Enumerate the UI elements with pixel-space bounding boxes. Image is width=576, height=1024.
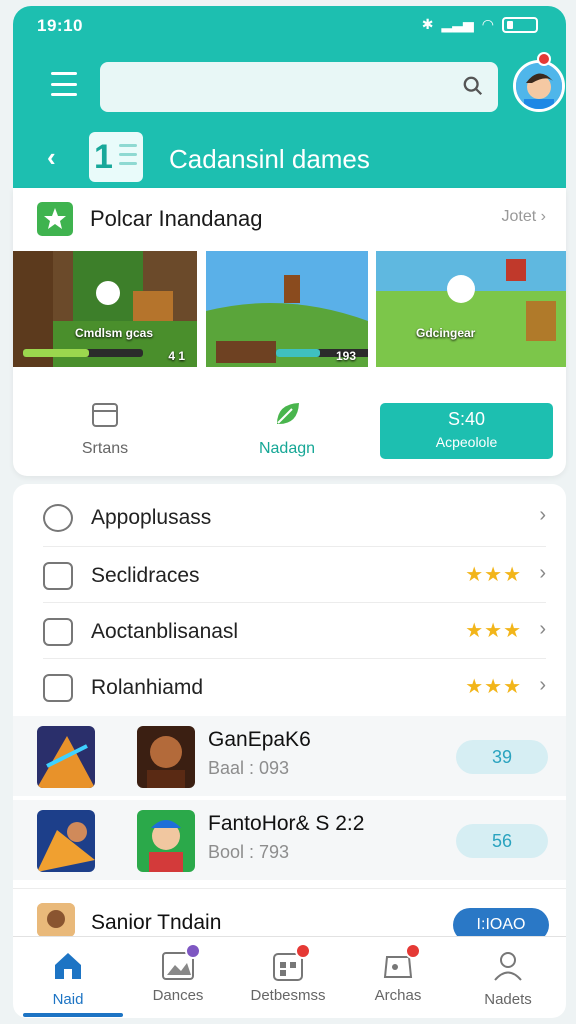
signal-icon: ▂▃▅ [441,16,474,32]
avatar[interactable] [513,60,565,112]
app-logo: 1 [89,132,143,182]
price-button[interactable]: 39 [456,740,548,774]
game-title: FantoHor& S 2:2 [208,812,365,835]
primary-action-button[interactable]: S:40 Acpeolole [380,403,553,459]
chat-icon [43,504,73,532]
game-title: Sanior Tndain [91,911,222,934]
person-icon [494,952,522,981]
wifi-icon: ◠ [481,16,494,32]
game-thumbnail [137,810,195,872]
image-icon [161,943,201,983]
tab-nadagn[interactable]: Nadagn [227,393,347,458]
screenshot-3[interactable]: Gdcingear [376,251,566,367]
nav-home[interactable]: Naid [13,937,123,1019]
leaf-icon [277,403,299,425]
rating-stars: ★★★ [465,564,522,586]
chevron-right-icon: › [539,562,546,584]
game-subtitle: Baal : 093 [208,758,290,778]
battery-icon [502,16,538,33]
search-input[interactable] [100,62,498,112]
page-title: Cadansinl dames [169,144,370,174]
bluetooth-icon: ✱ [421,16,434,32]
search-icon [463,76,483,96]
status-icons: ✱ ▂▃▅ ◠ [422,16,538,33]
notification-badge [537,52,551,66]
game-row[interactable]: GanEpaK6 Baal : 093 39 [13,716,566,796]
progress-bar [23,349,143,357]
tab-srtans[interactable]: Srtans [45,393,165,458]
chevron-right-icon: › [539,674,546,696]
notification-badge [185,943,201,959]
see-all-link[interactable]: Jotet › [502,208,546,226]
game-thumbnail [37,726,95,788]
content-list: Appoplusass › Seclidraces ★★★ › Aoctanbl… [13,484,566,942]
game-subtitle: Bool : 793 [208,842,290,862]
quick-tabs: Srtans Nadagn S:40 Acpeolole [13,393,566,463]
list-item[interactable]: Appoplusass › [13,488,566,544]
nav-archas[interactable]: Archas [343,937,453,1019]
list-item[interactable]: Seclidraces ★★★ › [13,546,566,602]
game-title: GanEpaK6 [208,728,311,751]
nav-dances[interactable]: Dances [123,937,233,1019]
badge-icon [43,674,73,702]
chevron-right-icon: › [539,618,546,640]
app-header: 19:10 ✱ ▂▃▅ ◠ ‹ 1 Cadansinl dames [13,6,566,188]
avatar-face-icon [516,63,562,109]
price-button[interactable]: 56 [456,824,548,858]
screenshot-carousel[interactable]: Cmdlsm gcas 4 1 193 Gdcingear [13,251,566,367]
status-time: 19:10 [37,16,83,35]
game-row[interactable]: FantoHor& S 2:2 Bool : 793 56 [13,800,566,880]
list-item[interactable]: Rolanhiamd ★★★ › [13,658,566,714]
screenshot-1[interactable]: Cmdlsm gcas 4 1 [13,251,197,367]
list-item[interactable]: Aoctanblisanasl ★★★ › [13,602,566,658]
bottom-navigation: Naid Dances Detbesmss Archas Nadets [13,936,566,1018]
section-title: Polcar Inandanag [90,206,263,231]
coin-icon [43,618,73,646]
rating-stars: ★★★ [465,620,522,642]
game-thumbnail [37,903,75,937]
folder-icon [43,562,73,590]
rating-stars: ★★★ [465,676,522,698]
active-indicator [23,1013,123,1017]
game-thumbnail [137,726,195,788]
star-badge-icon [37,202,73,236]
menu-button[interactable] [51,72,77,96]
game-row[interactable]: Sanior Tndain I:IOAO [13,888,566,942]
game-icon [381,943,421,983]
featured-card: Polcar Inandanag Jotet › Cmdlsm gcas 4 1 [13,188,566,476]
game-thumbnail [37,810,95,872]
chevron-right-icon: › [539,504,546,526]
chevron-right-icon: › [540,208,546,225]
notification-badge [405,943,421,959]
nav-detbesmss[interactable]: Detbesmss [233,937,343,1019]
notification-badge [295,943,311,959]
back-arrow-icon[interactable]: ‹ [47,142,56,173]
home-icon [55,953,81,979]
calendar-icon [271,943,311,983]
nav-nadets[interactable]: Nadets [453,937,563,1019]
calendar-icon [92,403,118,427]
screenshot-2[interactable]: 193 [206,251,368,367]
